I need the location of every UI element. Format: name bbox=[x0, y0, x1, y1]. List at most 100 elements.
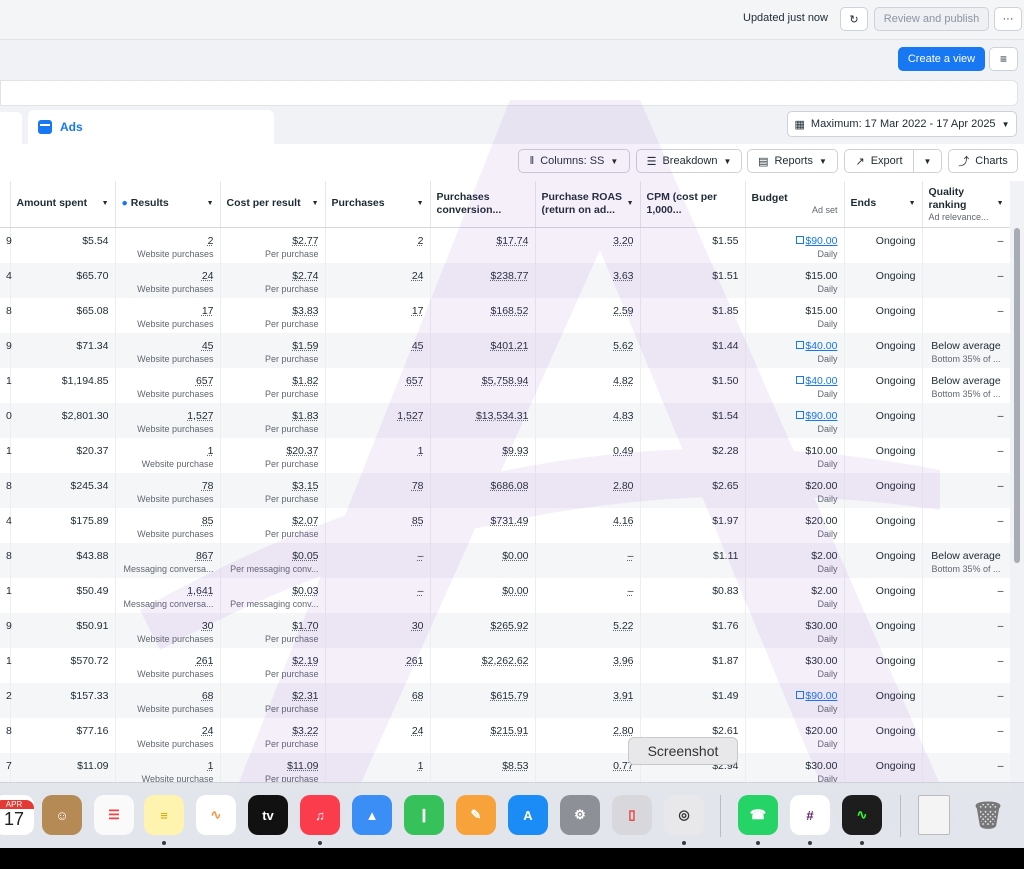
cost-per-result-cell[interactable]: $1.83 Per purchase bbox=[220, 402, 326, 438]
whatsapp-icon[interactable]: ☎ bbox=[738, 795, 778, 835]
reminders-icon[interactable]: ☰ bbox=[94, 795, 134, 835]
purchases-conversion-cell[interactable]: $615.79 bbox=[430, 682, 536, 718]
screenshot-icon[interactable]: ◎ bbox=[664, 795, 704, 835]
results-cell[interactable]: 68 Website purchases bbox=[115, 682, 221, 718]
tab-ad-sets[interactable] bbox=[0, 112, 22, 144]
results-cell[interactable]: 85 Website purchases bbox=[115, 507, 221, 543]
apple-tv-icon[interactable]: tv bbox=[248, 795, 288, 835]
purchase-roas-cell[interactable]: 2.80 bbox=[535, 717, 641, 753]
purchase-roas-cell[interactable]: 0.49 bbox=[535, 437, 641, 473]
purchases-conversion-cell[interactable]: $401.21 bbox=[430, 332, 536, 368]
results-cell[interactable]: 1,527 Website purchases bbox=[115, 402, 221, 438]
purchase-roas-cell[interactable]: 4.16 bbox=[535, 507, 641, 543]
more-options-button[interactable]: ··· bbox=[994, 7, 1022, 31]
purchases-cell[interactable]: – bbox=[325, 577, 431, 613]
slack-icon[interactable]: # bbox=[790, 795, 830, 835]
table-row[interactable]: 4 $65.70 24 Website purchases $2.74 Per purch… bbox=[0, 262, 1010, 298]
purchases-conversion-cell[interactable]: $686.08 bbox=[430, 472, 536, 508]
purchase-roas-cell[interactable]: – bbox=[535, 542, 641, 578]
col-cost-per-result[interactable]: Cost per result ▼ bbox=[220, 181, 326, 228]
col-purchases[interactable]: Purchases ▼ bbox=[325, 181, 431, 228]
purchases-cell[interactable]: 45 bbox=[325, 332, 431, 368]
app-store-icon[interactable]: A bbox=[508, 795, 548, 835]
purchase-roas-cell[interactable]: 2.80 bbox=[535, 472, 641, 508]
table-row[interactable]: 8 $245.34 78 Website purchases $3.15 Per purc… bbox=[0, 472, 1010, 508]
table-row[interactable]: 9 $71.34 45 Website purchases $1.59 Per purch… bbox=[0, 332, 1010, 368]
purchases-cell[interactable]: 1,527 bbox=[325, 402, 431, 438]
purchases-cell[interactable]: 17 bbox=[325, 297, 431, 333]
table-row[interactable]: 2 $157.33 68 Website purchases $2.31 Per purc… bbox=[0, 682, 1010, 718]
table-row[interactable]: 0 $2,801.30 1,527 Website purchases $1.83 Per… bbox=[0, 402, 1010, 438]
col-budget[interactable]: Budget Ad set bbox=[745, 181, 845, 228]
cost-per-result-cell[interactable]: $3.22 Per purchase bbox=[220, 717, 326, 753]
col-quality-ranking[interactable]: Quality ranking Ad relevance... ▼ bbox=[922, 181, 1010, 228]
col-cpm[interactable]: CPM (cost per 1,000... bbox=[640, 181, 746, 228]
col-results[interactable]: ● Results ▼ bbox=[115, 181, 221, 228]
contacts-icon[interactable]: ☺ bbox=[42, 795, 82, 835]
results-cell[interactable]: 78 Website purchases bbox=[115, 472, 221, 508]
results-cell[interactable]: 261 Website purchases bbox=[115, 647, 221, 683]
freeform-icon[interactable]: ∿ bbox=[196, 795, 236, 835]
purchases-cell[interactable]: – bbox=[325, 542, 431, 578]
purchases-conversion-cell[interactable]: $265.92 bbox=[430, 612, 536, 648]
cost-per-result-cell[interactable]: $1.82 Per purchase bbox=[220, 367, 326, 403]
trash-icon[interactable]: 🗑 bbox=[968, 795, 1008, 835]
cost-per-result-cell[interactable]: $2.19 Per purchase bbox=[220, 647, 326, 683]
purchases-conversion-cell[interactable]: $9.93 bbox=[430, 437, 536, 473]
results-cell[interactable]: 657 Website purchases bbox=[115, 367, 221, 403]
iphone-mirroring-icon[interactable]: ▯ bbox=[612, 795, 652, 835]
purchases-cell[interactable]: 78 bbox=[325, 472, 431, 508]
vertical-scrollbar[interactable] bbox=[1014, 228, 1020, 563]
purchases-conversion-cell[interactable]: $215.91 bbox=[430, 717, 536, 753]
purchases-conversion-cell[interactable]: $17.74 bbox=[430, 227, 536, 263]
purchases-cell[interactable]: 68 bbox=[325, 682, 431, 718]
numbers-icon[interactable]: ❙ bbox=[404, 795, 444, 835]
table-row[interactable]: 8 $65.08 17 Website purchases $3.83 Per purch… bbox=[0, 297, 1010, 333]
results-cell[interactable]: 24 Website purchases bbox=[115, 262, 221, 298]
col-purchases-conversion[interactable]: Purchases conversion... bbox=[430, 181, 536, 228]
export-button[interactable]: ↗ Export bbox=[844, 149, 914, 173]
keynote-icon[interactable]: ▲ bbox=[352, 795, 392, 835]
purchase-roas-cell[interactable]: 4.83 bbox=[535, 402, 641, 438]
purchase-roas-cell[interactable]: 4.82 bbox=[535, 367, 641, 403]
results-cell[interactable]: 24 Website purchases bbox=[115, 717, 221, 753]
results-cell[interactable]: 45 Website purchases bbox=[115, 332, 221, 368]
pages-icon[interactable]: ✎ bbox=[456, 795, 496, 835]
purchase-roas-cell[interactable]: 2.59 bbox=[535, 297, 641, 333]
music-icon[interactable]: ♫ bbox=[300, 795, 340, 835]
purchase-roas-cell[interactable]: 3.63 bbox=[535, 262, 641, 298]
purchases-conversion-cell[interactable]: $5,758.94 bbox=[430, 367, 536, 403]
table-row[interactable]: 8 $77.16 24 Website purchases $3.22 Per purch… bbox=[0, 717, 1010, 753]
results-cell[interactable]: 867 Messaging conversa... bbox=[115, 542, 221, 578]
purchase-roas-cell[interactable]: 5.22 bbox=[535, 612, 641, 648]
purchase-roas-cell[interactable]: 3.20 bbox=[535, 227, 641, 263]
purchases-conversion-cell[interactable]: $731.49 bbox=[430, 507, 536, 543]
purchases-cell[interactable]: 657 bbox=[325, 367, 431, 403]
cost-per-result-cell[interactable]: $2.74 Per purchase bbox=[220, 262, 326, 298]
cost-per-result-cell[interactable]: $0.05 Per messaging conv... bbox=[220, 542, 326, 578]
results-cell[interactable]: 17 Website purchases bbox=[115, 297, 221, 333]
table-row[interactable]: 1 $50.49 1,641 Messaging conversa... $0.03 Pe… bbox=[0, 577, 1010, 613]
activity-monitor-icon[interactable]: ∿ bbox=[842, 795, 882, 835]
cost-per-result-cell[interactable]: $3.83 Per purchase bbox=[220, 297, 326, 333]
cost-per-result-cell[interactable]: $20.37 Per purchase bbox=[220, 437, 326, 473]
cost-per-result-cell[interactable]: $1.70 Per purchase bbox=[220, 612, 326, 648]
purchases-conversion-cell[interactable]: $0.00 bbox=[430, 577, 536, 613]
col-purchase-roas[interactable]: Purchase ROAS (return on ad... ▼ bbox=[535, 181, 641, 228]
purchases-cell[interactable]: 261 bbox=[325, 647, 431, 683]
results-cell[interactable]: 2 Website purchases bbox=[115, 227, 221, 263]
purchase-roas-cell[interactable]: 5.62 bbox=[535, 332, 641, 368]
budget-cell[interactable]: $40.00 Daily bbox=[745, 332, 845, 368]
table-row[interactable]: 8 $43.88 867 Messaging conversa... $0.05 Per … bbox=[0, 542, 1010, 578]
table-row[interactable]: 1 $570.72 261 Website purchases $2.19 Per pur… bbox=[0, 647, 1010, 683]
reports-button[interactable]: ▤ Reports ▼ bbox=[747, 149, 838, 173]
purchase-roas-cell[interactable]: 3.91 bbox=[535, 682, 641, 718]
results-cell[interactable]: 30 Website purchases bbox=[115, 612, 221, 648]
date-range-picker[interactable]: ▦ Maximum: 17 Mar 2022 - 17 Apr 2025 ▼ bbox=[787, 111, 1017, 137]
charts-button[interactable]: ⤴ Charts bbox=[948, 149, 1018, 173]
col-ends[interactable]: Ends ▼ bbox=[844, 181, 923, 228]
refresh-button[interactable]: ↻ bbox=[840, 7, 868, 31]
columns-button[interactable]: ‖ Columns: SS ▼ bbox=[518, 149, 630, 173]
tab-ads[interactable]: Ads bbox=[28, 110, 274, 144]
breakdown-button[interactable]: ☰ Breakdown ▼ bbox=[636, 149, 742, 173]
